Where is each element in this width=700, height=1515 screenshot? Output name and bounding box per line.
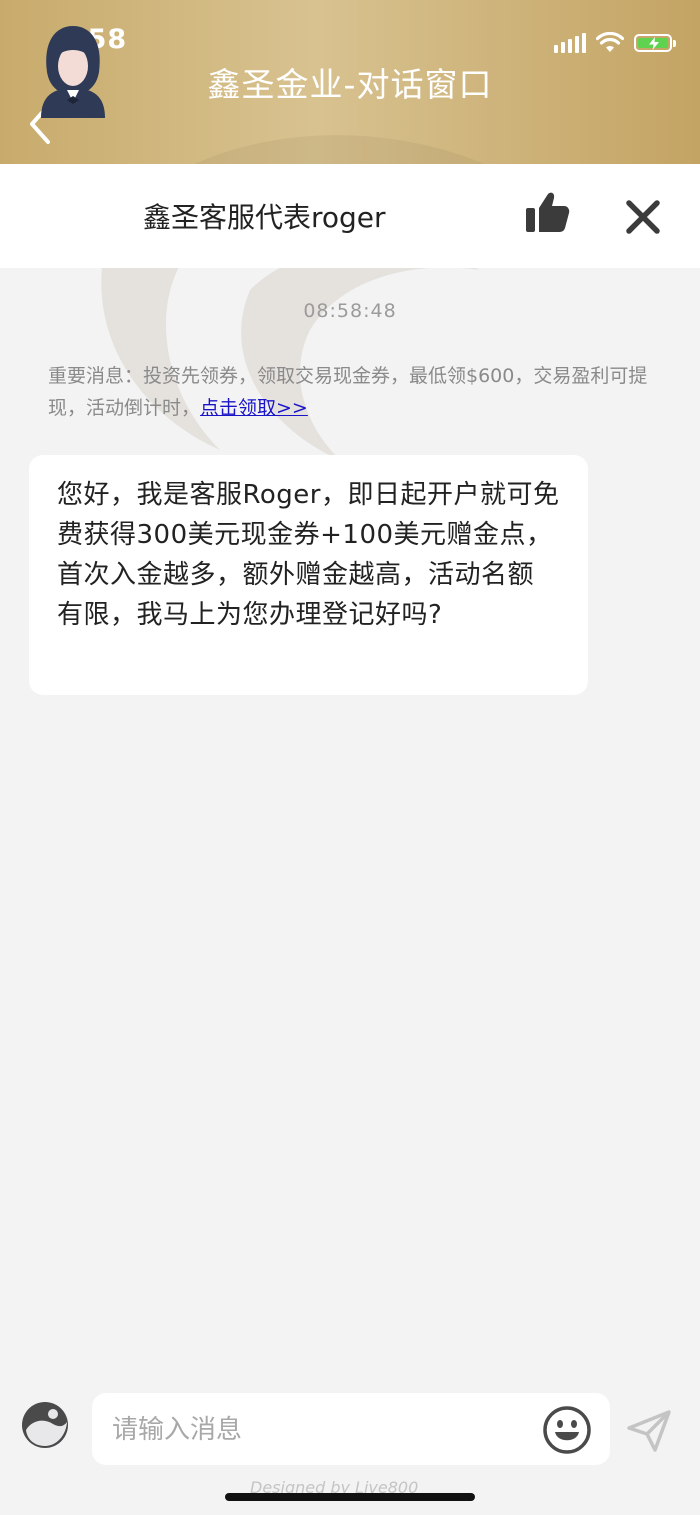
home-indicator[interactable]	[225, 1493, 475, 1501]
battery-icon	[634, 34, 676, 52]
signal-icon	[554, 33, 586, 53]
agent-name: 鑫圣客服代表roger	[143, 201, 386, 234]
message-input[interactable]	[110, 1407, 534, 1453]
chat-page: 8:58 鑫圣金业-对话窗口	[0, 0, 700, 1515]
close-icon[interactable]	[620, 194, 666, 240]
agent-message-bubble: 您好，我是客服Roger，即日起开户就可免费获得300美元现金券+100美元赠金…	[29, 455, 588, 695]
orb-icon[interactable]	[20, 1400, 70, 1450]
wifi-icon	[596, 32, 624, 52]
message-timestamp: 08:58:48	[303, 300, 397, 322]
message-input-box	[92, 1393, 610, 1465]
claim-link[interactable]: 点击领取>>	[200, 397, 308, 419]
thumbs-up-icon[interactable]	[520, 188, 572, 240]
send-icon[interactable]	[625, 1406, 673, 1454]
notice-message: 重要消息：投资先领券，领取交易现金券，最低领$600，交易盈利可提现，活动倒计时…	[48, 360, 658, 424]
notice-text: 重要消息：投资先领券，领取交易现金券，最低领$600，交易盈利可提现，活动倒计时…	[48, 365, 648, 419]
status-icons	[554, 30, 676, 56]
agent-avatar	[41, 26, 105, 118]
emoji-icon[interactable]	[542, 1405, 592, 1455]
